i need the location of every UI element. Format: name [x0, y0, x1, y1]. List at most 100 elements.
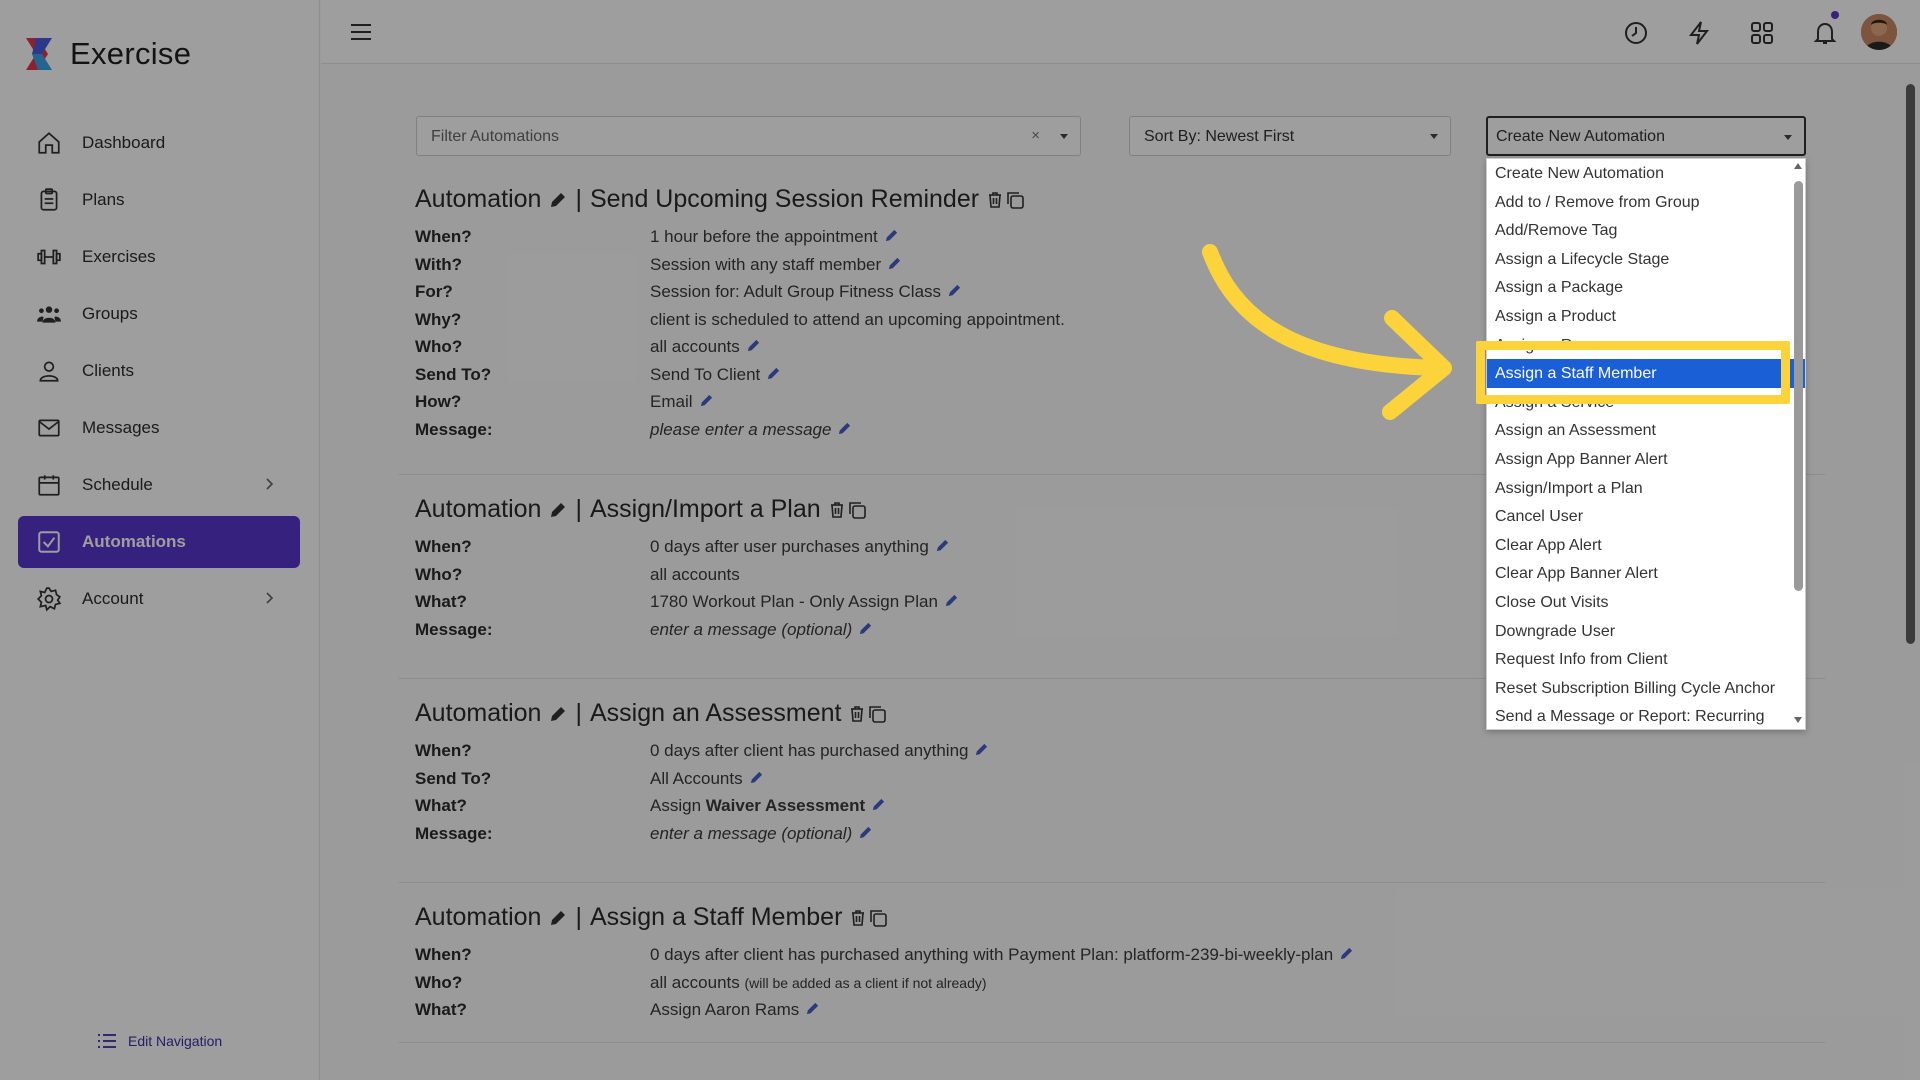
menu-item[interactable]: Assign a Package — [1487, 273, 1805, 302]
create-value: Create New Automation — [1496, 128, 1665, 145]
scroll-up-icon[interactable] — [1794, 163, 1802, 169]
edit-field-icon[interactable] — [881, 255, 902, 274]
apps-grid-icon[interactable] — [1749, 20, 1775, 46]
automation-field-row: When?0 days after client has purchased a… — [415, 945, 1515, 969]
menu-item[interactable]: Request Info from Client — [1487, 645, 1805, 674]
edit-title-icon[interactable] — [549, 191, 567, 209]
edit-title-icon[interactable] — [549, 909, 567, 927]
edit-field-icon[interactable] — [831, 420, 852, 439]
menu-item[interactable]: Clear App Alert — [1487, 531, 1805, 560]
menu-item[interactable]: Add/Remove Tag — [1487, 216, 1805, 245]
title-separator: | — [575, 903, 582, 932]
chevron-down-icon[interactable] — [1060, 134, 1068, 139]
field-value-text: 0 days after user purchases anything — [650, 537, 929, 556]
edit-field-icon[interactable] — [852, 620, 873, 639]
field-label: Send To? — [415, 769, 491, 789]
menu-item[interactable]: Assign/Import a Plan — [1487, 474, 1805, 503]
scroll-down-icon[interactable] — [1794, 717, 1802, 723]
chevron-right-icon — [260, 475, 278, 493]
scrollbar-thumb[interactable] — [1906, 84, 1915, 644]
trash-icon[interactable] — [849, 705, 865, 722]
clock-icon[interactable] — [1623, 20, 1649, 46]
field-value: client is scheduled to attend an upcomin… — [650, 310, 1065, 330]
trash-icon[interactable] — [987, 191, 1003, 208]
sidebar-item-schedule[interactable]: Schedule — [18, 459, 300, 511]
sidebar-item-exercises[interactable]: Exercises — [18, 231, 300, 283]
chevron-down-icon — [1784, 135, 1792, 140]
sidebar-item-messages[interactable]: Messages — [18, 402, 300, 454]
edit-field-icon[interactable] — [929, 537, 950, 556]
menu-item[interactable]: Cancel User — [1487, 502, 1805, 531]
automation-field-row: What?1780 Workout Plan - Only Assign Pla… — [415, 592, 1515, 616]
avatar-image — [1861, 14, 1897, 50]
copy-icon[interactable] — [868, 908, 888, 928]
create-automation-select[interactable]: Create New Automation — [1486, 116, 1806, 156]
field-label: Who? — [415, 973, 462, 993]
edit-field-icon[interactable] — [740, 337, 761, 356]
sidebar-item-plans[interactable]: Plans — [18, 174, 300, 226]
menu-scrollbar[interactable] — [1794, 163, 1803, 723]
copy-icon[interactable] — [867, 704, 887, 724]
menu-item[interactable]: Assign a Product — [1487, 302, 1805, 331]
automation-name: Send Upcoming Session Reminder — [590, 185, 979, 214]
menu-item[interactable]: Downgrade User — [1487, 617, 1805, 646]
automation-field-row: Who?all accounts (will be added as a cli… — [415, 973, 1515, 997]
edit-field-icon[interactable] — [743, 769, 764, 788]
clear-filter-icon[interactable]: × — [1031, 127, 1040, 144]
automation-name: Assign a Staff Member — [590, 903, 842, 932]
hamburger-menu-icon[interactable] — [349, 20, 373, 44]
avatar[interactable] — [1861, 14, 1897, 50]
page-scrollbar[interactable] — [1904, 68, 1916, 1078]
sidebar-item-groups[interactable]: Groups — [18, 288, 300, 340]
menu-item[interactable]: Assign App Banner Alert — [1487, 445, 1805, 474]
edit-field-icon[interactable] — [693, 392, 714, 411]
edit-field-icon[interactable] — [938, 592, 959, 611]
chevron-right-icon — [260, 589, 278, 607]
copy-icon[interactable] — [1005, 190, 1025, 210]
edit-title-icon[interactable] — [549, 705, 567, 723]
top-bar — [321, 0, 1920, 64]
edit-field-icon[interactable] — [968, 741, 989, 760]
menu-item[interactable]: Assign an Assessment — [1487, 416, 1805, 445]
menu-item[interactable]: Reset Subscription Billing Cycle Anchor — [1487, 674, 1805, 703]
field-value-text: All Accounts — [650, 769, 743, 788]
menu-scrollbar-thumb[interactable] — [1794, 181, 1803, 591]
edit-field-icon[interactable] — [1333, 945, 1354, 964]
sort-select[interactable]: Sort By: Newest First — [1129, 116, 1451, 156]
edit-field-icon[interactable] — [865, 796, 886, 815]
copy-icon[interactable] — [847, 500, 867, 520]
field-value: 0 days after user purchases anything — [650, 537, 950, 557]
field-value-text: 1 hour before the appointment — [650, 227, 878, 246]
list-icon — [96, 1030, 118, 1052]
field-label: Who? — [415, 337, 462, 357]
edit-field-icon[interactable] — [852, 824, 873, 843]
menu-item[interactable]: Create New Automation — [1487, 159, 1805, 188]
menu-item[interactable]: Add to / Remove from Group — [1487, 188, 1805, 217]
edit-navigation-link[interactable]: Edit Navigation — [96, 1030, 222, 1052]
menu-item[interactable]: Close Out Visits — [1487, 588, 1805, 617]
sidebar-item-clients[interactable]: Clients — [18, 345, 300, 397]
edit-field-icon[interactable] — [760, 365, 781, 384]
trash-icon[interactable] — [850, 909, 866, 926]
menu-item[interactable]: Send a Message or Report: Recurring — [1487, 702, 1805, 730]
edit-field-icon[interactable] — [941, 282, 962, 301]
sidebar-item-dashboard[interactable]: Dashboard — [18, 117, 300, 169]
menu-item[interactable]: Clear App Banner Alert — [1487, 559, 1805, 588]
edit-title-icon[interactable] — [549, 501, 567, 519]
filter-automations-input[interactable]: Filter Automations × — [416, 116, 1081, 156]
menu-item[interactable]: Assign a Lifecycle Stage — [1487, 245, 1805, 274]
lightning-icon[interactable] — [1686, 20, 1712, 46]
field-value-text: Session with any staff member — [650, 255, 881, 274]
edit-field-icon[interactable] — [878, 227, 899, 246]
edit-field-icon[interactable] — [799, 1000, 820, 1019]
sidebar-item-automations[interactable]: Automations — [18, 516, 300, 568]
automation-field-row: When?0 days after user purchases anythin… — [415, 537, 1515, 561]
field-value-text: enter a message (optional) — [650, 824, 852, 843]
brand[interactable]: Exercise — [22, 36, 191, 72]
sidebar-item-account[interactable]: Account — [18, 573, 300, 625]
trash-icon[interactable] — [829, 501, 845, 518]
field-value-text: please enter a message — [650, 420, 831, 439]
automation-field-row: Message:please enter a message — [415, 420, 1515, 444]
bell-icon[interactable] — [1812, 20, 1838, 46]
automation-type-menu[interactable]: Create New AutomationAdd to / Remove fro… — [1486, 158, 1806, 730]
